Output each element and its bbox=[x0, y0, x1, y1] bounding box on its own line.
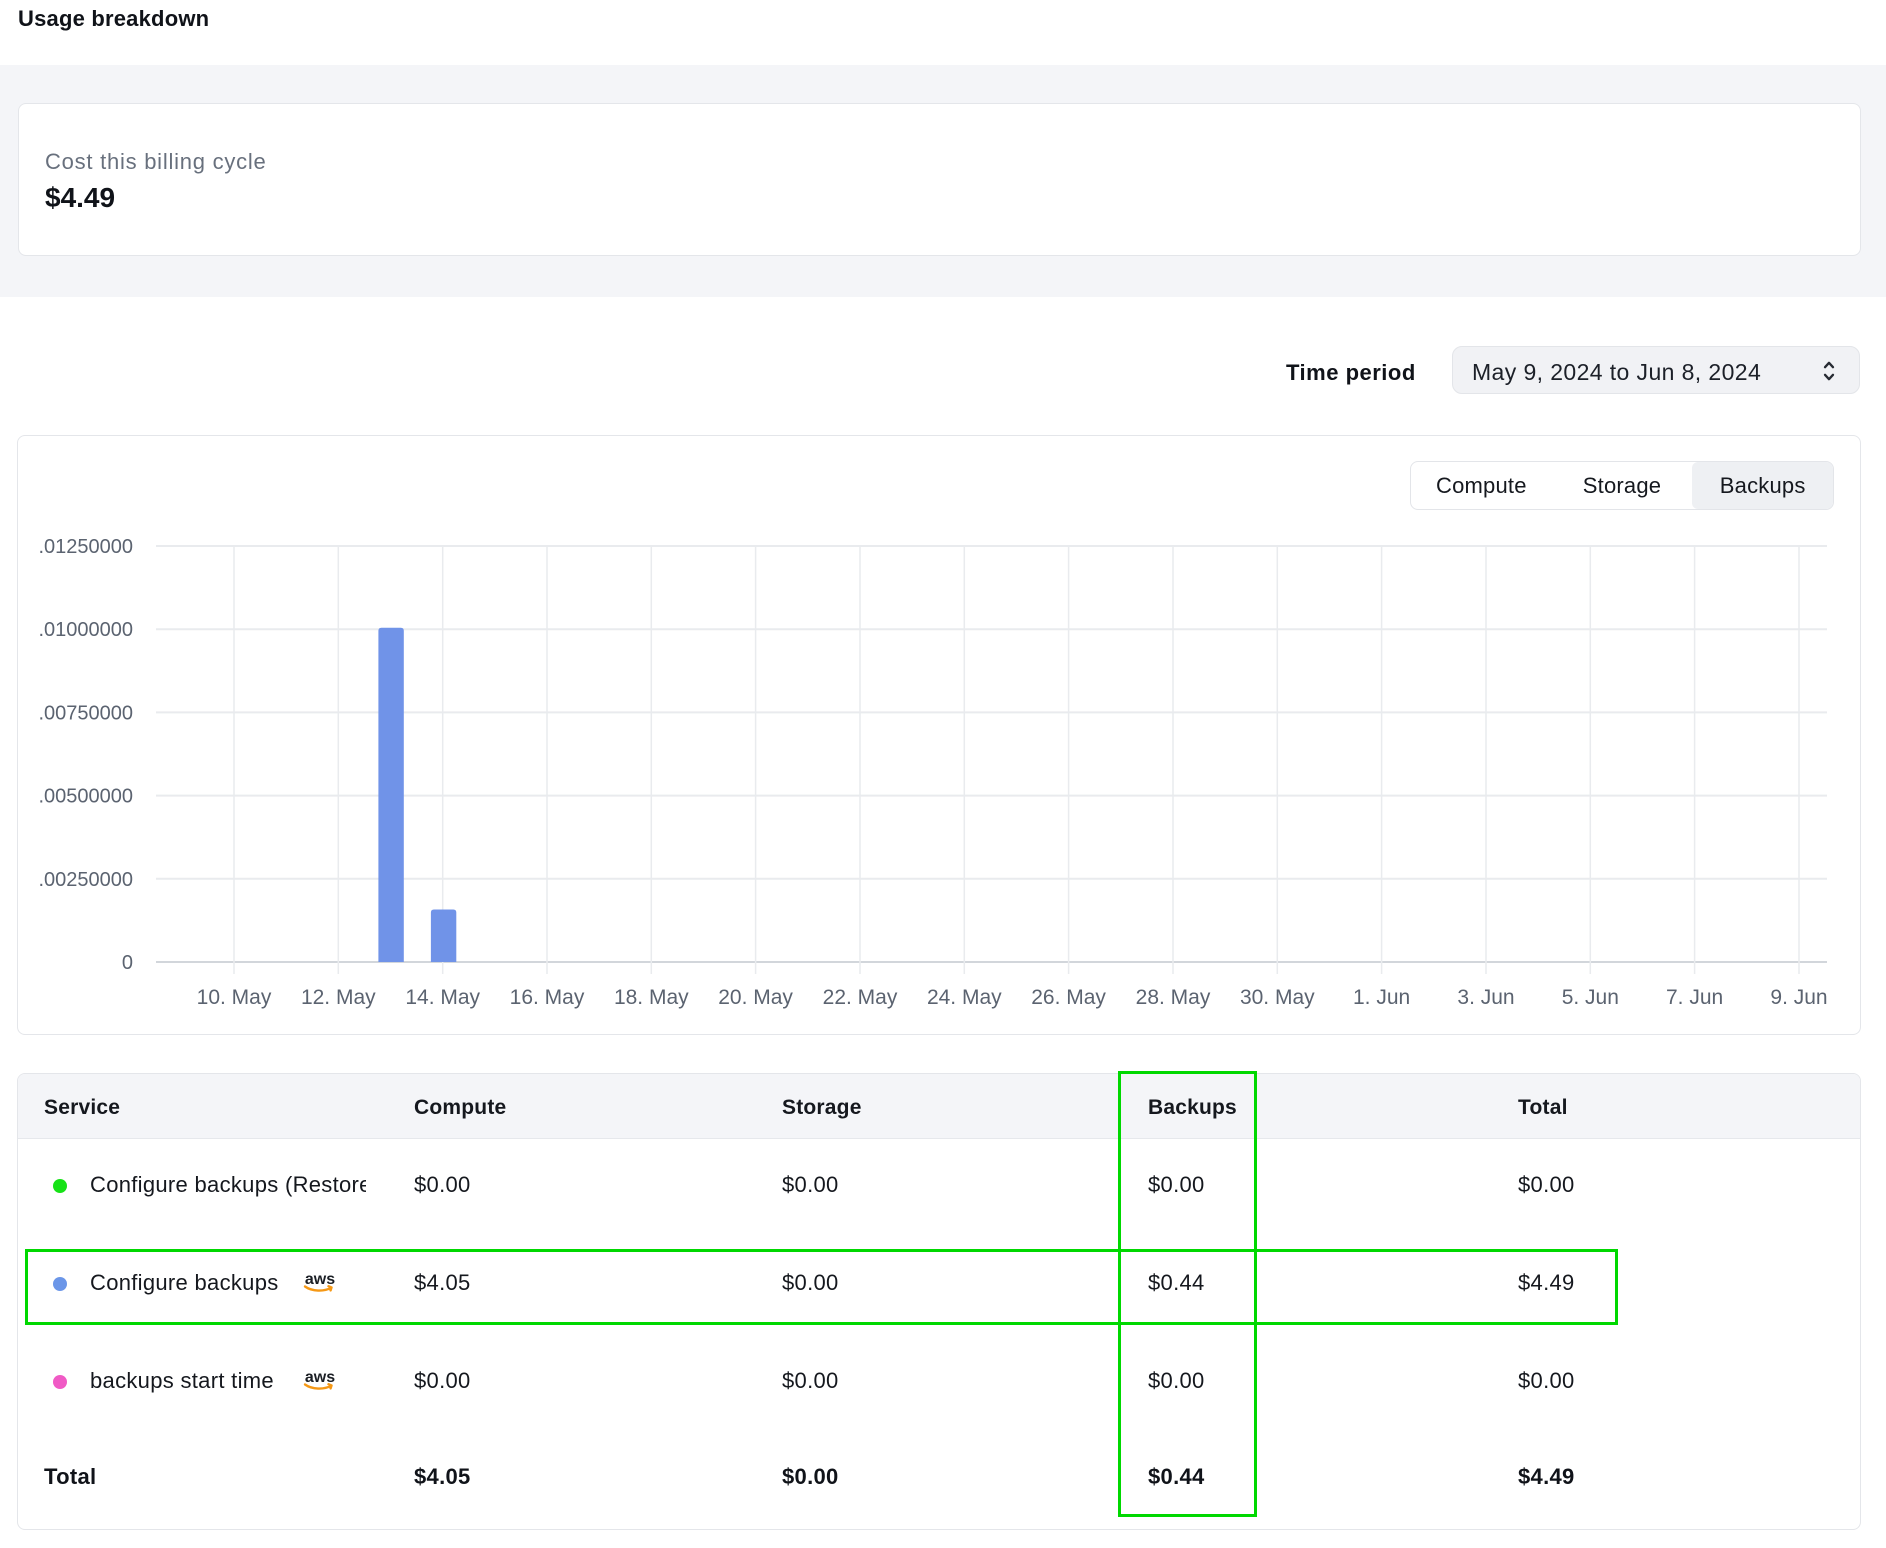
svg-text:22. May: 22. May bbox=[823, 986, 898, 1009]
svg-text:16. May: 16. May bbox=[510, 986, 585, 1009]
svg-text:.01000000: .01000000 bbox=[38, 619, 133, 641]
svg-text:10. May: 10. May bbox=[197, 986, 272, 1009]
svg-text:9. Jun: 9. Jun bbox=[1770, 986, 1827, 1009]
svg-text:1. Jun: 1. Jun bbox=[1353, 986, 1410, 1009]
svg-text:30. May: 30. May bbox=[1240, 986, 1315, 1009]
svg-text:.00750000: .00750000 bbox=[38, 702, 133, 724]
svg-text:aws: aws bbox=[305, 1369, 335, 1386]
svg-text:5. Jun: 5. Jun bbox=[1562, 986, 1619, 1009]
svg-text:28. May: 28. May bbox=[1136, 986, 1211, 1009]
svg-text:14. May: 14. May bbox=[405, 986, 480, 1009]
svg-text:12. May: 12. May bbox=[301, 986, 376, 1009]
svg-text:18. May: 18. May bbox=[614, 986, 689, 1009]
svg-text:0: 0 bbox=[122, 952, 133, 974]
svg-text:.00250000: .00250000 bbox=[38, 869, 133, 891]
svg-text:3. Jun: 3. Jun bbox=[1457, 986, 1514, 1009]
svg-text:24. May: 24. May bbox=[927, 986, 1002, 1009]
svg-text:7. Jun: 7. Jun bbox=[1666, 986, 1723, 1009]
svg-text:20. May: 20. May bbox=[718, 986, 793, 1009]
svg-text:.01250000: .01250000 bbox=[38, 536, 133, 558]
svg-text:.00500000: .00500000 bbox=[38, 786, 133, 808]
svg-text:26. May: 26. May bbox=[1031, 986, 1106, 1009]
